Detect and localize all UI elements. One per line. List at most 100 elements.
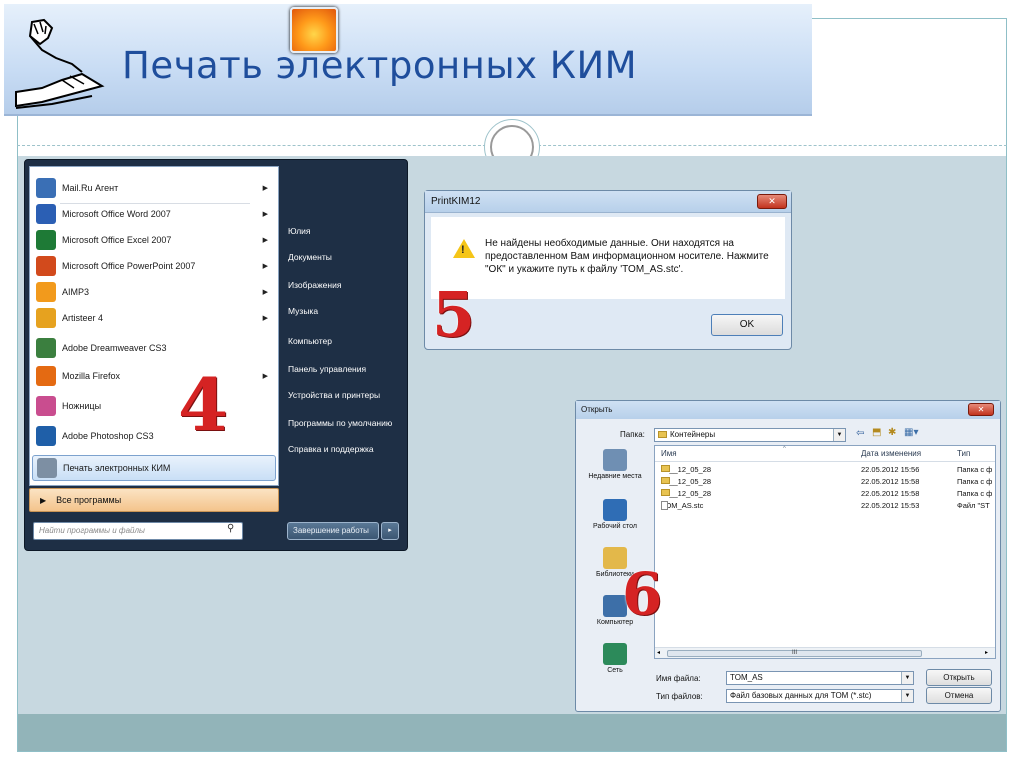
sort-ascending-icon: ^ (783, 446, 786, 452)
filename-input[interactable]: TOM_AS ▼ (726, 671, 914, 685)
start-menu-item[interactable]: Mail.Ru Агент ▶ (32, 175, 276, 201)
start-menu-item-label: Adobe Photoshop CS3 (62, 431, 154, 441)
chevron-down-icon: ▼ (901, 672, 913, 684)
start-menu-item[interactable]: Mozilla Firefox ▶ (32, 363, 276, 389)
back-icon[interactable]: ⇦ (856, 428, 864, 439)
submenu-arrow-icon: ▶ (262, 263, 268, 270)
start-menu-place-item[interactable]: Документы (288, 252, 332, 262)
submenu-arrow-icon: ▶ (262, 373, 268, 380)
open-button[interactable]: Открыть (926, 669, 992, 686)
start-menu-place-item[interactable]: Компьютер (288, 336, 332, 346)
start-menu-item-label: Adobe Dreamweaver CS3 (62, 343, 167, 353)
artisteer-icon (36, 308, 56, 328)
file-modified: 22.05.2012 15:56 (861, 465, 920, 474)
place-item[interactable]: Недавние места (580, 449, 650, 480)
file-row[interactable]: 07__12_05_28 22.05.2012 15:58 Папка с ф (657, 489, 993, 500)
aimp-icon (36, 282, 56, 302)
start-menu-places: Юлия Документы Изображения Музыка Компьютер П… (281, 160, 409, 552)
start-menu-place-item[interactable]: Справка и поддержка (288, 444, 374, 454)
error-dialog-close-button[interactable]: ✕ (757, 194, 787, 209)
start-menu-place-item[interactable]: Изображения (288, 280, 341, 290)
place-label: Сеть (607, 667, 623, 674)
error-dialog-body: ! Не найдены необходимые данные. Они нах… (431, 217, 785, 299)
filetype-value: Файл базовых данных для TOM (*.stc) (730, 691, 872, 700)
scroll-left-icon[interactable]: ◂ (657, 649, 660, 656)
place-label: Рабочий стол (593, 523, 637, 530)
printing-hand-icon (15, 18, 105, 109)
start-menu-item[interactable]: AIMP3 ▶ (32, 279, 276, 305)
powerpoint-icon (36, 256, 56, 276)
firefox-icon (36, 366, 56, 386)
start-menu-place-item[interactable]: Панель управления (288, 364, 366, 374)
start-menu-item[interactable]: Microsoft Office Excel 2007 ▶ (32, 227, 276, 253)
start-menu-item[interactable]: Adobe Dreamweaver CS3 (32, 335, 276, 361)
folder-select[interactable]: Контейнеры ▼ (654, 428, 846, 442)
step-number-5: 5 (432, 278, 476, 351)
user-avatar[interactable] (290, 7, 338, 53)
column-name[interactable]: Имя (661, 449, 677, 458)
search-icon[interactable]: ⚲ (227, 523, 234, 534)
file-type: Файл "ST (957, 501, 990, 510)
start-menu-item-label: Microsoft Office Word 2007 (62, 209, 171, 219)
excel-icon (36, 230, 56, 250)
network-icon (603, 643, 627, 665)
folder-icon (661, 465, 670, 472)
start-menu-item[interactable]: Microsoft Office Word 2007 ▶ (32, 201, 276, 227)
horizontal-scrollbar[interactable]: ◂ III ▸ (655, 647, 995, 658)
start-search-input[interactable]: Найти программы и файлы (33, 522, 243, 540)
folder-icon (661, 477, 670, 484)
column-type[interactable]: Тип (957, 449, 970, 458)
menu-separator (60, 203, 250, 204)
open-dialog-close-button[interactable]: ✕ (968, 403, 994, 416)
scroll-right-icon[interactable]: ▸ (985, 649, 988, 656)
view-menu-icon[interactable]: ▦▾ (904, 427, 918, 438)
file-modified: 22.05.2012 15:58 (861, 477, 920, 486)
start-menu-item[interactable]: Artisteer 4 ▶ (32, 305, 276, 331)
file-name-cell: TOM_AS.stc (661, 501, 857, 510)
all-programs-button[interactable]: ▶ Все программы (29, 488, 279, 512)
scroll-thumb[interactable]: III (667, 650, 922, 657)
shutdown-button[interactable]: Завершение работы (287, 522, 379, 540)
file-row[interactable]: 05__12_05_28 22.05.2012 15:56 Папка с ф (657, 465, 993, 476)
start-menu-place-item[interactable]: Музыка (288, 306, 318, 316)
file-type: Папка с ф (957, 465, 993, 474)
place-item[interactable]: Рабочий стол (580, 499, 650, 530)
file-type: Папка с ф (957, 489, 993, 498)
chevron-down-icon: ▼ (901, 690, 913, 702)
ok-button[interactable]: OK (711, 314, 783, 336)
slide-title: Печать электронных КИМ (122, 44, 638, 87)
desktop-icon (603, 499, 627, 521)
up-folder-icon[interactable]: ⬒ (872, 427, 881, 438)
start-menu-item[interactable]: Печать электронных КИМ (32, 455, 276, 481)
start-menu-place-item[interactable]: Программы по умолчанию (288, 418, 392, 428)
file-modified: 22.05.2012 15:58 (861, 489, 920, 498)
start-menu-item-label: Печать электронных КИМ (63, 463, 171, 473)
file-type: Папка с ф (957, 477, 993, 486)
file-row[interactable]: TOM_AS.stc 22.05.2012 15:53 Файл "ST (657, 501, 993, 512)
filename-label: Имя файла: (656, 674, 701, 683)
new-folder-icon[interactable]: ✱ (888, 427, 896, 438)
start-menu-place-item[interactable]: Устройства и принтеры (288, 390, 380, 400)
start-menu-programs: Mail.Ru Агент ▶ Microsoft Office Word 2007… (29, 166, 279, 486)
error-dialog: PrintKIM12 ✕ ! Не найдены необходимые да… (424, 190, 792, 350)
file-row[interactable]: 06__12_05_28 22.05.2012 15:58 Папка с ф (657, 477, 993, 488)
place-item[interactable]: Сеть (580, 643, 650, 674)
start-menu-item-label: Artisteer 4 (62, 313, 104, 323)
file-name-cell: 06__12_05_28 (661, 477, 857, 486)
recent-places-icon (603, 449, 627, 471)
start-menu-item[interactable]: Ножницы (32, 393, 276, 419)
filetype-select[interactable]: Файл базовых данных для TOM (*.stc) ▼ (726, 689, 914, 703)
start-menu-item[interactable]: Adobe Photoshop CS3 (32, 423, 276, 449)
bottom-band (18, 714, 1006, 751)
submenu-arrow-icon: ▶ (262, 237, 268, 244)
start-menu-item[interactable]: Microsoft Office PowerPoint 2007 ▶ (32, 253, 276, 279)
shutdown-options-button[interactable]: ▸ (381, 522, 399, 540)
cancel-button[interactable]: Отмена (926, 687, 992, 704)
start-menu-item-label: Microsoft Office PowerPoint 2007 (62, 261, 196, 271)
column-modified[interactable]: Дата изменения (861, 449, 921, 458)
filetype-label: Тип файлов: (656, 692, 703, 701)
scissors-icon (36, 396, 56, 416)
start-menu-place-item[interactable]: Юлия (288, 226, 311, 236)
start-menu: Mail.Ru Агент ▶ Microsoft Office Word 2007… (24, 159, 408, 551)
all-programs-label: Все программы (56, 495, 122, 505)
